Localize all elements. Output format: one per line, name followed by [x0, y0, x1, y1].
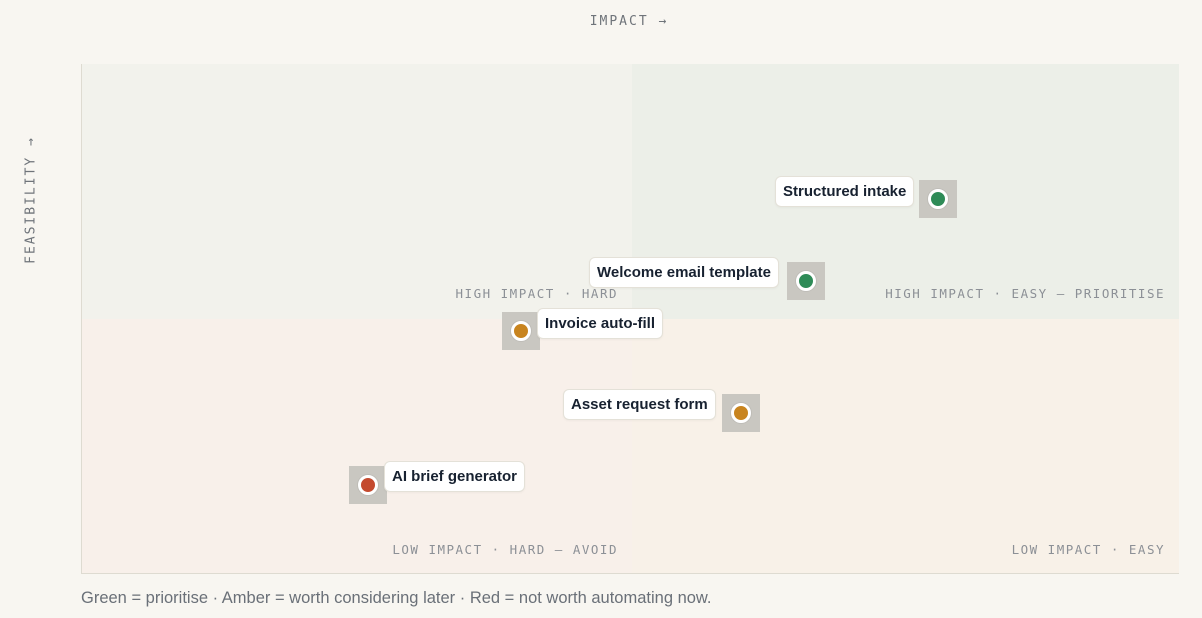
- item-label[interactable]: Asset request form: [563, 389, 716, 420]
- item-marker[interactable]: [787, 262, 825, 300]
- priority-matrix: HIGH IMPACT · HARD HIGH IMPACT · EASY — …: [81, 64, 1179, 574]
- quadrant-low-impact-hard: LOW IMPACT · HARD — AVOID: [82, 319, 632, 573]
- legend-note: Green = prioritise · Amber = worth consi…: [81, 589, 712, 607]
- quadrant-low-impact-easy: LOW IMPACT · EASY: [632, 319, 1179, 573]
- status-dot-amber: [731, 403, 751, 423]
- status-dot-green: [796, 271, 816, 291]
- status-dot-red: [358, 475, 378, 495]
- quadrant-label-high-impact-easy: HIGH IMPACT · EASY — PRIORITISE: [885, 286, 1165, 301]
- item-label[interactable]: Structured intake: [775, 176, 915, 207]
- y-axis-label: FEASIBILITY →: [23, 136, 39, 264]
- quadrant-high-impact-hard: HIGH IMPACT · HARD: [82, 64, 632, 319]
- item-marker[interactable]: [919, 180, 957, 218]
- item-marker[interactable]: [349, 466, 387, 504]
- item-marker[interactable]: [722, 394, 760, 432]
- status-dot-green: [928, 189, 948, 209]
- quadrant-label-low-impact-hard: LOW IMPACT · HARD — AVOID: [392, 542, 618, 557]
- item-label[interactable]: AI brief generator: [384, 461, 526, 492]
- item-label[interactable]: Invoice auto-fill: [537, 308, 664, 339]
- quadrant-label-low-impact-easy: LOW IMPACT · EASY: [1011, 542, 1165, 557]
- item-marker[interactable]: [502, 312, 540, 350]
- item-label[interactable]: Welcome email template: [589, 257, 779, 288]
- quadrant-label-high-impact-hard: HIGH IMPACT · HARD: [455, 286, 618, 301]
- x-axis-label: IMPACT →: [589, 14, 669, 29]
- status-dot-amber: [511, 321, 531, 341]
